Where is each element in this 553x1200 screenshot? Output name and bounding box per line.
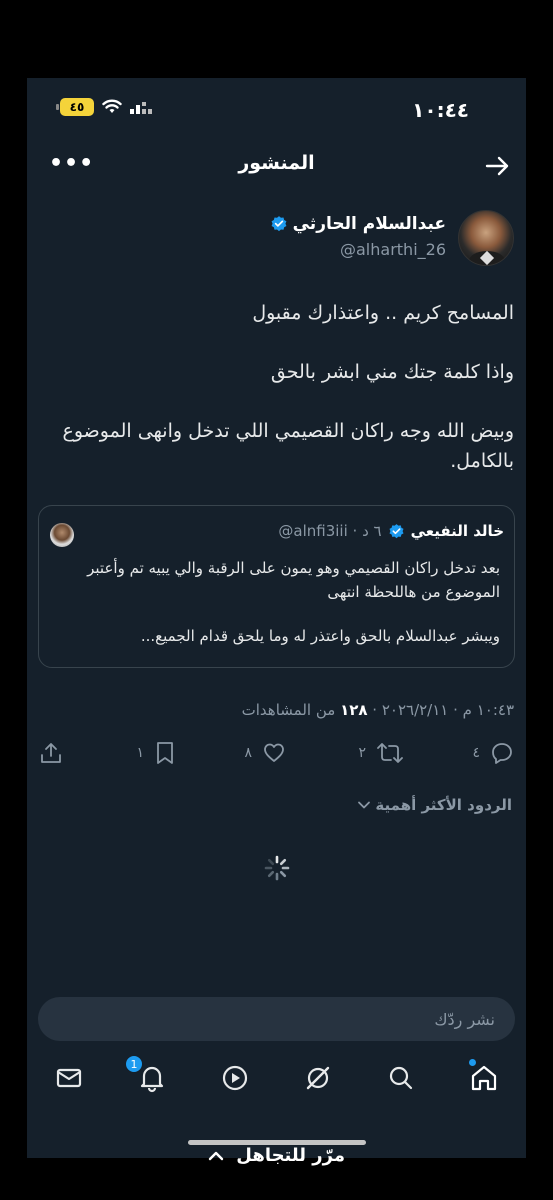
tweet-meta: ١٠:٤٣ م · ٢٠٢٦/٢/١١ · ١٢٨ من المشاهدات bbox=[242, 701, 514, 719]
home-icon bbox=[471, 1065, 497, 1091]
bookmark-button[interactable]: ١ bbox=[136, 741, 176, 765]
bookmark-icon bbox=[157, 742, 173, 764]
arrow-right-icon bbox=[485, 156, 509, 176]
retweet-count: ٢ bbox=[358, 745, 366, 761]
views-count: ١٢٨ bbox=[340, 701, 368, 719]
reply-icon bbox=[492, 743, 512, 764]
retweet-icon bbox=[377, 743, 403, 763]
mail-icon bbox=[56, 1068, 82, 1088]
reply-input[interactable]: نشر ردّك bbox=[38, 997, 515, 1041]
quoted-tweet-header: خالد النفيعي @alnfi3iii · ٦ د bbox=[278, 522, 504, 540]
battery-level: ٤٥ bbox=[69, 100, 85, 114]
bottom-navigation: 1 bbox=[27, 1055, 526, 1103]
like-button[interactable]: ٨ bbox=[244, 741, 286, 765]
share-icon bbox=[41, 743, 61, 763]
home-unread-dot bbox=[469, 1059, 476, 1066]
views-label: من المشاهدات bbox=[241, 701, 341, 719]
search-icon bbox=[389, 1066, 413, 1090]
like-count: ٨ bbox=[244, 745, 252, 761]
quoted-paragraph: ويبشر عبدالسلام بالحق واعتذر له وما يلحق… bbox=[140, 627, 500, 645]
nav-home[interactable] bbox=[469, 1059, 499, 1093]
author-handle[interactable]: @alharthi_26 bbox=[340, 240, 446, 259]
chevron-down-icon bbox=[358, 801, 371, 809]
quoted-author-meta: @alnfi3iii · ٦ د bbox=[278, 522, 382, 540]
loading-spinner-icon bbox=[264, 855, 290, 881]
nav-search[interactable] bbox=[386, 1063, 416, 1093]
reply-placeholder: نشر ردّك bbox=[434, 1009, 495, 1029]
tweet-text: المسامح كريم .. واعتذارك مقبول واذا كلمة… bbox=[45, 298, 514, 505]
share-button[interactable] bbox=[39, 741, 63, 765]
quoted-paragraph: بعد تدخل راكان القصيمي وهو يمون على الرق… bbox=[87, 559, 500, 601]
quoted-tweet-text: بعد تدخل راكان القصيمي وهو يمون على الرق… bbox=[53, 556, 500, 668]
author-avatar[interactable] bbox=[458, 210, 514, 266]
bookmark-count: ١ bbox=[136, 745, 144, 761]
heart-icon bbox=[264, 743, 284, 762]
reply-count: ٤ bbox=[472, 745, 480, 761]
chevron-up-icon bbox=[208, 1149, 224, 1163]
tweet-paragraph: واذا كلمة جتك مني ابشر بالحق bbox=[270, 361, 514, 383]
nav-notifications[interactable]: 1 bbox=[125, 1055, 167, 1093]
reply-button[interactable]: ٤ bbox=[472, 741, 514, 765]
battery-icon: ٤٥ bbox=[56, 98, 94, 116]
cellular-signal-icon bbox=[130, 102, 152, 114]
status-time: ١٠:٤٤ bbox=[412, 98, 469, 122]
verified-badge-icon bbox=[389, 523, 404, 538]
nav-video[interactable] bbox=[220, 1063, 250, 1093]
nav-grok[interactable] bbox=[303, 1063, 333, 1093]
quoted-tweet[interactable]: خالد النفيعي @alnfi3iii · ٦ د بعد تدخل ر… bbox=[38, 505, 515, 668]
swipe-to-dismiss[interactable]: مرّر للتجاهل bbox=[0, 1145, 553, 1166]
play-icon bbox=[222, 1065, 248, 1091]
wifi-icon bbox=[102, 99, 122, 113]
verified-badge-icon bbox=[271, 216, 287, 232]
replies-sort-dropdown[interactable]: الردود الأكثر أهمية bbox=[357, 796, 512, 814]
screen: ١٠:٤٤ ٤٥ ••• المنشور عبدالسلام الحارثي @… bbox=[27, 78, 526, 1158]
page-title: المنشور bbox=[238, 152, 315, 174]
notifications-badge: 1 bbox=[125, 1055, 143, 1073]
tweet-paragraph: وبيض الله وجه راكان القصيمي اللي تدخل وا… bbox=[62, 420, 514, 472]
tweet-actions: ٤ ٢ ٨ ١ bbox=[39, 741, 514, 771]
tweet-datetime: ١٠:٤٣ م · ٢٠٢٦/٢/١١ · bbox=[367, 701, 514, 719]
nav-messages[interactable] bbox=[54, 1063, 84, 1093]
quoted-author-name: خالد النفيعي bbox=[410, 522, 504, 540]
back-button[interactable] bbox=[484, 152, 512, 180]
swipe-label: مرّر للتجاهل bbox=[236, 1145, 345, 1166]
author-name-row[interactable]: عبدالسلام الحارثي bbox=[270, 214, 446, 234]
quoted-author-avatar bbox=[50, 523, 74, 547]
grok-icon bbox=[306, 1066, 330, 1090]
replies-sort-label: الردود الأكثر أهمية bbox=[375, 796, 512, 814]
retweet-button[interactable]: ٢ bbox=[358, 741, 404, 765]
tweet-paragraph: المسامح كريم .. واعتذارك مقبول bbox=[252, 302, 514, 324]
status-icons: ٤٥ bbox=[56, 98, 154, 116]
author-name: عبدالسلام الحارثي bbox=[292, 214, 446, 234]
